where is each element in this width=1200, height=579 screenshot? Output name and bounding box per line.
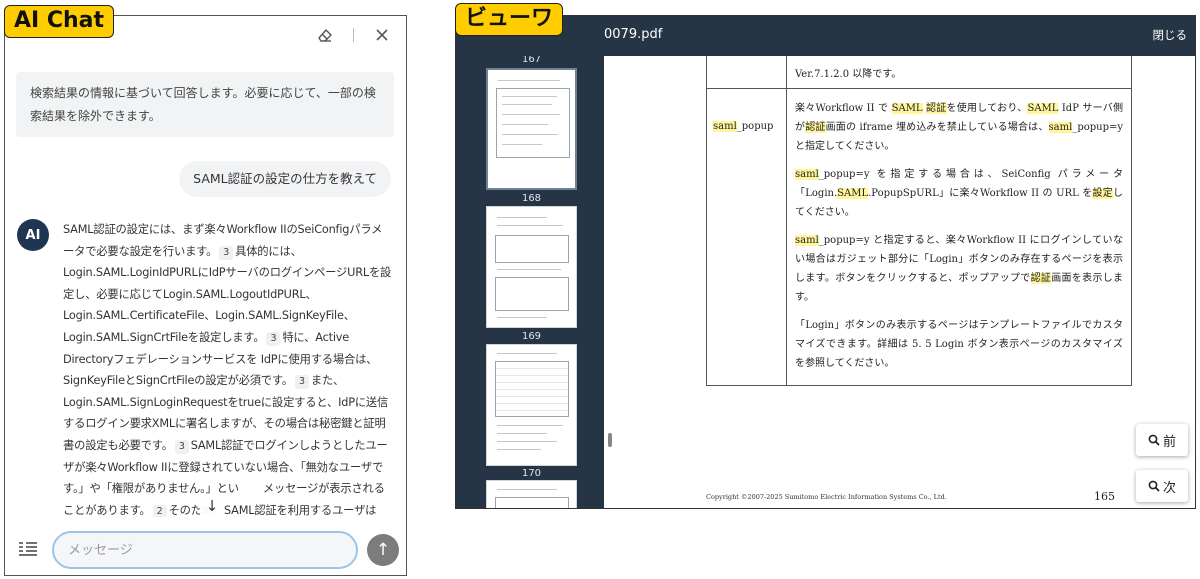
citation-badge[interactable]: 3 xyxy=(174,439,189,454)
doc-paragraph: saml_popup=y を指定する場合は、SeiConfig パラメータ「Lo… xyxy=(795,165,1123,222)
send-button[interactable]: ↑ xyxy=(367,534,399,566)
highlight: 認証 xyxy=(926,103,947,114)
thumbnail-strip: 167 168 169 170 xyxy=(456,56,604,508)
text: 楽々Workflow II で xyxy=(795,103,892,114)
viewer-label: ビューワ xyxy=(455,3,564,36)
thumbnail-page-number: 169 xyxy=(521,331,542,342)
document-page: Ver.7.1.2.0 以降です。 saml_popup 楽々Workflow … xyxy=(614,56,1195,508)
thumbnail-page-number: 168 xyxy=(521,193,542,204)
doc-paragraph: 楽々Workflow II で SAML 認証を使用しており、SAML IdP … xyxy=(795,99,1123,156)
ai-answer: SAML認証の設定には、まず楽々Workflow IIのSeiConfigパラメ… xyxy=(63,219,393,521)
table-row: Ver.7.1.2.0 以降です。 xyxy=(706,56,1132,89)
close-button[interactable]: 閉じる xyxy=(1153,27,1188,43)
row-text: Ver.7.1.2.0 以降です。 xyxy=(795,69,902,80)
thumbnail-page[interactable] xyxy=(486,344,577,466)
table-cell-value: 楽々Workflow II で SAML 認証を使用しており、SAML IdP … xyxy=(786,88,1132,386)
close-icon[interactable] xyxy=(372,25,392,45)
thumbnail-page[interactable] xyxy=(486,68,577,190)
file-name: 0079.pdf xyxy=(604,27,663,42)
page-number: 165 xyxy=(1094,490,1115,503)
scroll-down-button[interactable]: ↓ xyxy=(200,494,224,518)
next-label: 次 xyxy=(1162,480,1176,496)
doc-paragraph: saml_popup=y と指定すると、楽々Workflow II にログインし… xyxy=(795,231,1123,307)
eraser-icon[interactable] xyxy=(315,25,335,45)
highlight: 認証 xyxy=(1030,273,1052,284)
page-copyright: Copyright ©2007-2025 Sumitomo Electric I… xyxy=(706,493,947,501)
header-divider xyxy=(353,28,354,42)
viewer-topbar: 0079.pdf 閉じる xyxy=(456,16,1195,56)
table-cell-key xyxy=(706,56,787,89)
table-cell-key: saml_popup xyxy=(706,88,787,386)
next-match-button[interactable]: 次 xyxy=(1136,470,1188,502)
highlight: saml xyxy=(795,169,819,180)
chat-panel: 検索結果の情報に基づいて回答します。必要に応じて、一部の検索結果を除外できます。… xyxy=(4,15,407,576)
highlight: saml xyxy=(795,235,819,246)
ai-avatar: AI xyxy=(17,219,49,251)
viewer-panel: 0079.pdf 閉じる 167 168 169 170 Ver.7.1.2.0… xyxy=(455,15,1196,509)
prompt-list-icon[interactable] xyxy=(18,541,38,557)
search-icon xyxy=(1148,434,1160,446)
chat-footer: ↑ xyxy=(5,517,406,575)
table-cell-value: Ver.7.1.2.0 以降です。 xyxy=(786,56,1132,89)
prev-label: 前 xyxy=(1162,434,1176,450)
highlight: saml xyxy=(713,121,737,132)
highlight: SAML xyxy=(1027,103,1059,114)
search-icon xyxy=(1148,480,1160,492)
user-message: SAML認証の設定の仕方を教えて xyxy=(179,161,391,197)
parameter-table: Ver.7.1.2.0 以降です。 saml_popup 楽々Workflow … xyxy=(706,56,1132,386)
prev-match-button[interactable]: 前 xyxy=(1136,424,1188,456)
highlight: 認証 xyxy=(805,122,826,133)
text: を使用しており、 xyxy=(946,103,1028,114)
system-message: 検索結果の情報に基づいて回答します。必要に応じて、一部の検索結果を除外できます。 xyxy=(16,72,394,137)
key-text: _popup xyxy=(736,121,774,132)
citation-badge[interactable]: 3 xyxy=(266,331,281,346)
table-row: saml_popup 楽々Workflow II で SAML 認証を使用してお… xyxy=(706,88,1132,386)
message-input[interactable] xyxy=(52,531,358,569)
highlight: SAML xyxy=(837,188,869,199)
citation-badge[interactable]: 3 xyxy=(219,245,234,260)
chat-header-actions xyxy=(315,25,392,45)
text: 画面の iframe 埋め込みを禁止している場合は、 xyxy=(825,122,1049,133)
doc-paragraph: 「Login」ボタンのみ表示するページはテンプレートファイルでカスタマイズできま… xyxy=(795,320,1123,369)
highlight: saml xyxy=(1048,122,1073,133)
thumbnail-scrollbar[interactable] xyxy=(608,433,612,447)
thumbnail-page[interactable] xyxy=(486,480,577,508)
text: .PopupSpURL」に楽々Workflow II の URL を xyxy=(868,188,1093,199)
thumbnail-page[interactable] xyxy=(486,206,577,328)
highlight: SAML xyxy=(891,103,923,114)
highlight: 設定 xyxy=(1092,188,1113,199)
chat-label: AI Chat xyxy=(4,5,115,38)
thumbnail-page-number: 170 xyxy=(521,468,542,479)
thumbnail-page-number: 167 xyxy=(521,56,542,65)
citation-badge[interactable]: 3 xyxy=(294,375,309,390)
